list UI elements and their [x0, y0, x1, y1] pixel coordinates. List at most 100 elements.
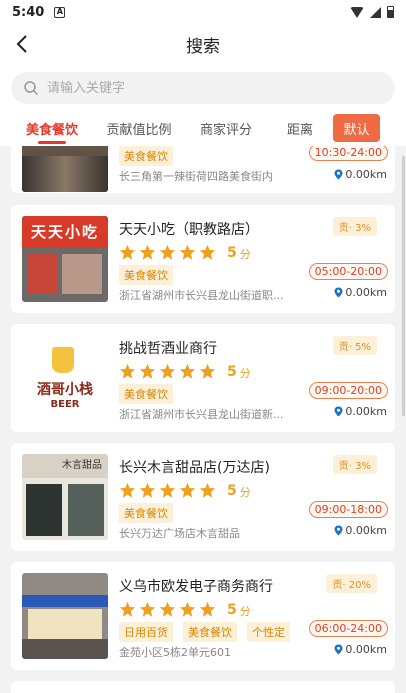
- page-title: 搜索: [186, 36, 220, 57]
- status-bar: 5:40 A: [0, 0, 406, 24]
- tab-distance[interactable]: 距离: [284, 119, 316, 138]
- back-arrow-icon[interactable]: [12, 33, 34, 55]
- rating-score: 5: [227, 601, 237, 618]
- distance-value: 0.00km: [345, 524, 387, 537]
- contribution-badge: 贡· 20%: [326, 574, 377, 593]
- shop-tags: 美食餐饮: [119, 146, 173, 166]
- shop-distance: 0.00km: [334, 405, 387, 418]
- shop-card[interactable]: 义乌市欧发电子商务商行 贡· 20% 5 分 日用百货 美食餐饮 个性定 06:…: [11, 562, 395, 670]
- wifi-icon: [350, 6, 364, 18]
- search-section: [0, 64, 406, 110]
- star-icon: [159, 482, 176, 498]
- rating-stars: 5 分: [119, 600, 251, 619]
- rating-score: 5: [227, 244, 237, 261]
- shop-card[interactable]: 天天小吃 天天小吃（职教路店） 贡· 3% 5 分 美食餐饮 05:00-20:…: [11, 205, 395, 313]
- tab-contribution-ratio[interactable]: 贡献值比例: [104, 119, 174, 138]
- business-hours: 09:00-18:00: [308, 501, 388, 518]
- star-icon: [139, 363, 156, 379]
- shop-thumbnail: 天天小吃: [22, 216, 108, 302]
- shop-tag: 美食餐饮: [183, 622, 237, 642]
- tab-food[interactable]: 美食餐饮: [20, 119, 84, 138]
- shop-list[interactable]: 美食餐饮 长三角第一辣街荷四路美食街内 10:30-24:00 0.00km 天…: [0, 146, 406, 693]
- shop-name: 挑战哲酒业商行: [119, 341, 217, 357]
- shop-distance: 0.00km: [334, 168, 387, 181]
- distance-value: 0.00km: [345, 168, 387, 181]
- rating-score: 5: [227, 363, 237, 380]
- star-icon: [199, 601, 216, 617]
- list-scrollbar[interactable]: [402, 156, 405, 416]
- shop-sign: 天天小吃: [22, 216, 108, 248]
- location-pin-icon: [334, 169, 343, 180]
- shop-address: 浙江省湖州市长兴县龙山街道新...: [119, 408, 284, 421]
- tab-merchant-rating[interactable]: 商家评分: [196, 119, 256, 138]
- rating-stars: 5 分: [119, 243, 251, 262]
- shop-thumbnail: 酒哥小栈 BEER: [22, 335, 108, 421]
- shop-sign: 木言甜品: [22, 454, 108, 478]
- shop-logo-subtext: BEER: [50, 399, 80, 410]
- star-icon: [139, 601, 156, 617]
- shop-thumbnail: [22, 146, 108, 192]
- star-icon: [139, 244, 156, 260]
- shop-thumbnail: [22, 573, 108, 659]
- star-icon: [119, 363, 136, 379]
- filter-tabs: 美食餐饮 贡献值比例 商家评分 距离 默认: [0, 110, 406, 146]
- shop-address: 长兴万达广场店木言甜品: [119, 527, 240, 540]
- shop-tag: 日用百货: [119, 622, 173, 642]
- star-icon: [119, 482, 136, 498]
- shop-tags: 美食餐饮: [119, 265, 173, 285]
- shop-thumbnail: 木言甜品: [22, 454, 108, 540]
- star-icon: [159, 244, 176, 260]
- shop-distance: 0.00km: [334, 524, 387, 537]
- rating-stars: 5 分: [119, 481, 251, 500]
- shop-tag: 美食餐饮: [119, 265, 173, 285]
- shop-tag: 美食餐饮: [119, 146, 173, 166]
- business-hours: 09:00-20:00: [308, 382, 388, 399]
- default-sort-button[interactable]: 默认: [333, 114, 380, 142]
- rating-stars: 5 分: [119, 362, 251, 381]
- shop-logo: 酒哥小栈: [37, 382, 93, 398]
- rating-unit: 分: [239, 248, 251, 261]
- shop-card[interactable]: [11, 681, 395, 693]
- shop-tag: 美食餐饮: [119, 384, 173, 404]
- shop-address: 金苑小区5栋2单元601: [119, 646, 231, 659]
- shop-distance: 0.00km: [334, 286, 387, 299]
- star-icon: [199, 244, 216, 260]
- shop-tag: 个性定: [247, 622, 290, 642]
- star-icon: [119, 244, 136, 260]
- shop-tags: 日用百货 美食餐饮 个性定: [119, 622, 290, 642]
- search-input[interactable]: [47, 80, 347, 96]
- star-icon: [199, 363, 216, 379]
- star-icon: [179, 244, 196, 260]
- star-icon: [159, 363, 176, 379]
- shop-tag: 美食餐饮: [119, 503, 173, 523]
- shop-tags: 美食餐饮: [119, 384, 173, 404]
- business-hours: 06:00-24:00: [308, 620, 388, 637]
- distance-value: 0.00km: [345, 286, 387, 299]
- location-pin-icon: [334, 644, 343, 655]
- rating-unit: 分: [239, 605, 251, 618]
- active-tab-indicator: [38, 141, 66, 144]
- location-pin-icon: [334, 406, 343, 417]
- star-icon: [179, 482, 196, 498]
- shop-distance: 0.00km: [334, 643, 387, 656]
- shop-card[interactable]: 酒哥小栈 BEER 挑战哲酒业商行 贡· 5% 5 分 美食餐饮 09:00-2…: [11, 324, 395, 432]
- star-icon: [199, 482, 216, 498]
- distance-value: 0.00km: [345, 643, 387, 656]
- shop-card[interactable]: 木言甜品 长兴木言甜品店(万达店) 贡· 3% 5 分 美食餐饮 09:00-1…: [11, 443, 395, 551]
- status-time: 5:40: [12, 4, 45, 20]
- search-box[interactable]: [11, 72, 395, 104]
- contribution-badge: 贡· 5%: [332, 336, 377, 355]
- star-icon: [139, 482, 156, 498]
- search-icon: [24, 81, 39, 96]
- star-icon: [159, 601, 176, 617]
- shop-card[interactable]: 美食餐饮 长三角第一辣街荷四路美食街内 10:30-24:00 0.00km: [11, 146, 395, 193]
- shop-address: 长三角第一辣街荷四路美食街内: [119, 170, 273, 183]
- contribution-badge: 贡· 3%: [332, 217, 377, 236]
- notification-a-icon: A: [54, 6, 66, 18]
- business-hours: 05:00-20:00: [308, 263, 388, 280]
- star-icon: [179, 363, 196, 379]
- shop-name: 天天小吃（职教路店）: [119, 222, 259, 238]
- battery-icon: [387, 6, 394, 18]
- shop-address: 浙江省湖州市长兴县龙山街道职...: [119, 289, 284, 302]
- rating-unit: 分: [239, 367, 251, 380]
